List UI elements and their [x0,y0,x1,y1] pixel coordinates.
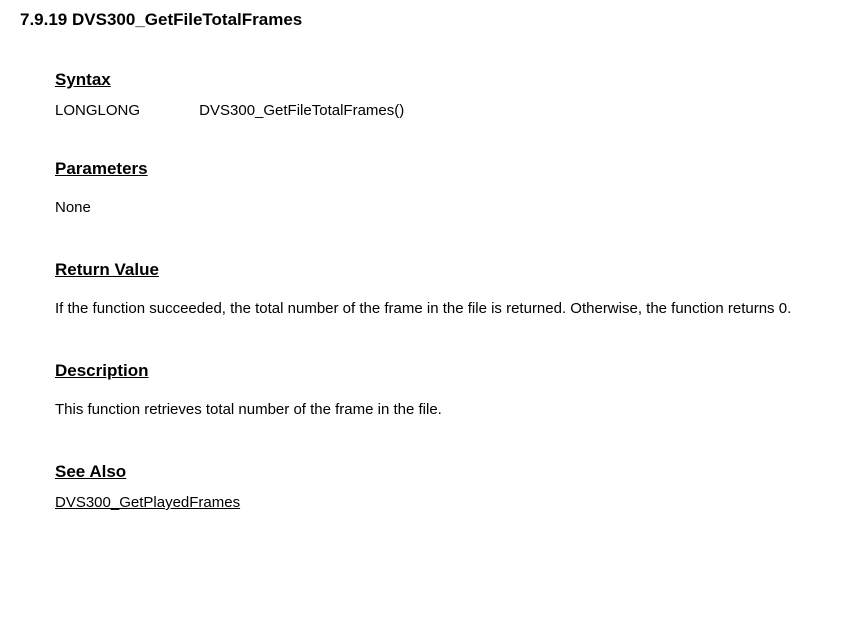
return-value-heading: Return Value [55,260,844,280]
parameters-heading: Parameters [55,159,844,179]
see-also-heading: See Also [55,462,844,482]
syntax-heading: Syntax [55,70,844,90]
description-section: Description This function retrieves tota… [55,361,844,426]
return-value-section: Return Value If the function succeeded, … [55,260,844,325]
content-block: Syntax LONGLONG DVS300_GetFileTotalFrame… [20,70,844,511]
section-number: 7.9.19 [20,10,67,29]
syntax-signature: DVS300_GetFileTotalFrames() [199,102,404,119]
syntax-line: LONGLONG DVS300_GetFileTotalFrames() [55,102,844,119]
description-heading: Description [55,361,844,381]
description-content: This function retrieves total number of … [55,393,844,426]
see-also-link[interactable]: DVS300_GetPlayedFrames [55,494,844,511]
see-also-section: See Also DVS300_GetPlayedFrames [55,462,844,511]
return-value-content: If the function succeeded, the total num… [55,292,844,325]
section-heading: 7.9.19 DVS300_GetFileTotalFrames [20,10,844,30]
parameters-content: None [55,191,844,224]
syntax-return-type: LONGLONG [55,102,195,119]
syntax-section: Syntax LONGLONG DVS300_GetFileTotalFrame… [55,70,844,119]
section-title: DVS300_GetFileTotalFrames [72,10,302,29]
parameters-section: Parameters None [55,159,844,224]
